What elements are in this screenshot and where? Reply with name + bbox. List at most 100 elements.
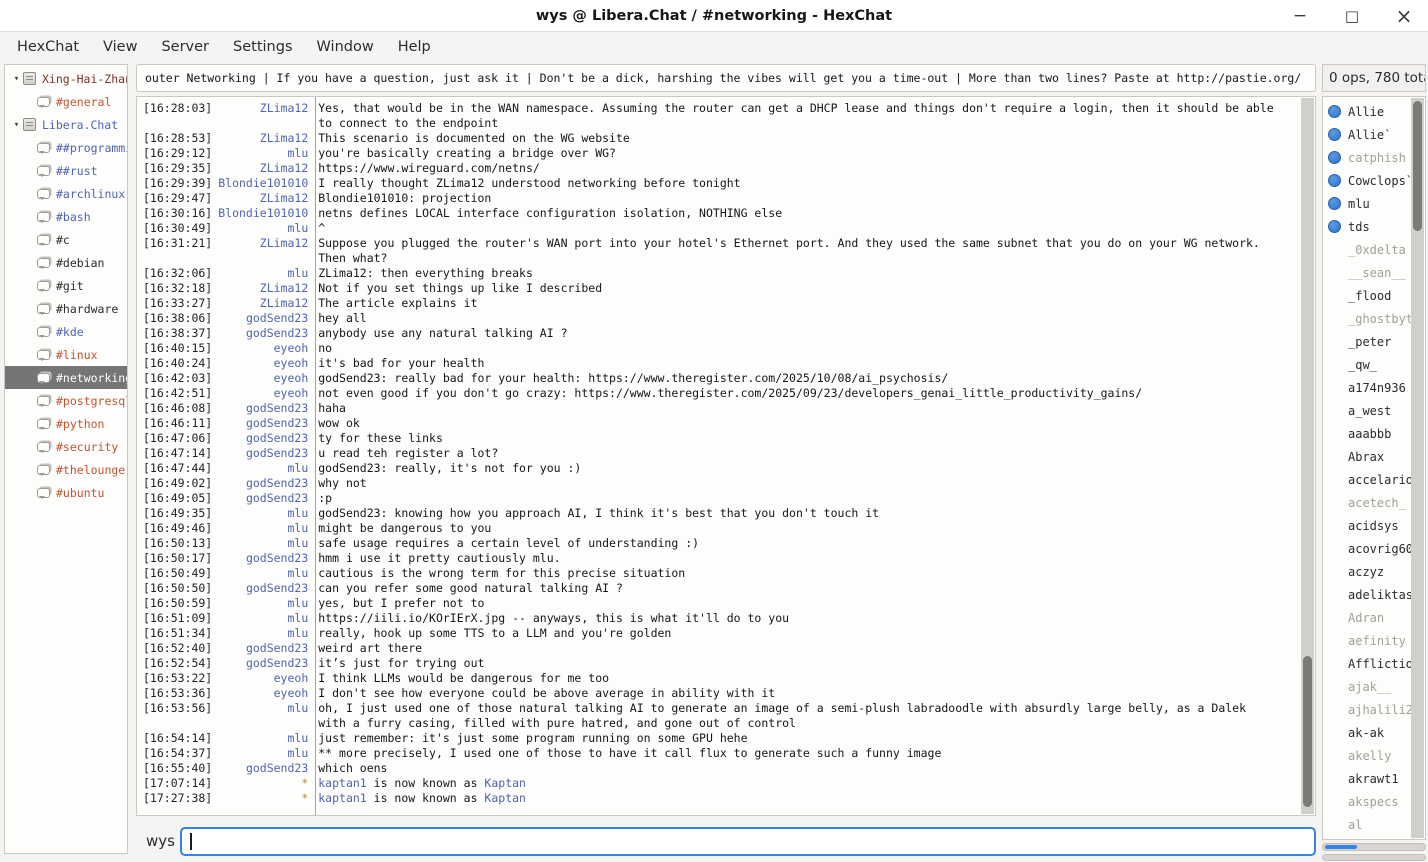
- message-timestamp: [16:46:08]: [137, 401, 212, 416]
- channel-icon: [37, 281, 50, 291]
- message-timestamp: [16:42:03]: [137, 371, 212, 386]
- user-list-item[interactable]: tds: [1323, 215, 1425, 238]
- tree-item-linux[interactable]: #linux: [5, 343, 127, 366]
- voice-status-spacer: [1328, 289, 1341, 302]
- user-list-item[interactable]: accelario: [1323, 468, 1425, 491]
- message-input[interactable]: [180, 827, 1316, 856]
- minimize-button[interactable]: −: [1286, 2, 1314, 30]
- tree-item-thelounge[interactable]: #thelounge: [5, 458, 127, 481]
- userlist-hscrollbar-thumb[interactable]: [1325, 845, 1357, 849]
- user-list[interactable]: AllieAllie`catphishCowclops`mlutds_0xdel…: [1322, 96, 1426, 840]
- user-list-item[interactable]: aaabbb: [1323, 422, 1425, 445]
- message-text-segment: kaptan1: [318, 791, 366, 805]
- tree-item-ubuntu[interactable]: #ubuntu: [5, 481, 127, 504]
- chat-vertical-scrollbar[interactable]: [1301, 98, 1314, 814]
- menu-item-window[interactable]: Window: [305, 35, 386, 59]
- user-list-item[interactable]: Affliction: [1323, 652, 1425, 675]
- user-list-item[interactable]: aczyz: [1323, 560, 1425, 583]
- tree-item-security[interactable]: #security: [5, 435, 127, 458]
- message-nick: mlu: [212, 146, 308, 161]
- user-list-item[interactable]: akspecs: [1323, 790, 1425, 813]
- user-list-item[interactable]: _flood: [1323, 284, 1425, 307]
- user-list-item[interactable]: Cowclops`: [1323, 169, 1425, 192]
- message-text: This scenario is documented on the WG we…: [308, 131, 1315, 146]
- tree-item-debian[interactable]: #debian: [5, 251, 127, 274]
- chat-log[interactable]: [16:28:03]ZLima12Yes, that would be in t…: [136, 96, 1316, 816]
- window-titlebar[interactable]: wys @ Libera.Chat / #networking - HexCha…: [0, 0, 1428, 32]
- message-nick: godSend23: [212, 431, 308, 446]
- tree-item-programming[interactable]: ##programming: [5, 136, 127, 159]
- tree-item-c[interactable]: #c: [5, 228, 127, 251]
- menu-item-help[interactable]: Help: [386, 35, 443, 59]
- user-list-item[interactable]: ak-ak: [1323, 721, 1425, 744]
- user-list-item[interactable]: Allie`: [1323, 123, 1425, 146]
- close-button[interactable]: ×: [1390, 2, 1418, 30]
- message-timestamp: [16:53:56]: [137, 701, 212, 716]
- expander-icon[interactable]: ▾: [10, 74, 23, 84]
- user-list-item[interactable]: a174n936: [1323, 376, 1425, 399]
- chat-message-row: [16:50:49]mlucautious is the wrong term …: [137, 566, 1315, 581]
- user-list-item[interactable]: catphish: [1323, 146, 1425, 169]
- user-name: acidsys: [1348, 519, 1399, 533]
- chat-message-row: [16:40:15]eyeohno: [137, 341, 1315, 356]
- channel-tree[interactable]: ▾Xing-Hai-Zhan#general▾Libera.Chat##prog…: [4, 64, 128, 854]
- user-list-item[interactable]: al: [1323, 813, 1425, 836]
- user-list-item[interactable]: Adran: [1323, 606, 1425, 629]
- user-list-item[interactable]: ajhalili2: [1323, 698, 1425, 721]
- message-timestamp: [17:07:14]: [137, 776, 212, 791]
- chat-message-row: [16:50:13]mlusafe usage requires a certa…: [137, 536, 1315, 551]
- user-list-item[interactable]: akelly: [1323, 744, 1425, 767]
- maximize-button[interactable]: □: [1338, 2, 1366, 30]
- menu-item-hexchat[interactable]: HexChat: [5, 35, 91, 59]
- user-list-item[interactable]: _ghostbyt: [1323, 307, 1425, 330]
- tree-item-rust[interactable]: ##rust: [5, 159, 127, 182]
- user-list-item[interactable]: _peter: [1323, 330, 1425, 353]
- user-list-item[interactable]: ajak__: [1323, 675, 1425, 698]
- userlist-scrollbar-thumb[interactable]: [1413, 101, 1422, 231]
- userlist-secondary-scrollbar[interactable]: [1322, 854, 1426, 861]
- userlist-horizontal-scrollbar[interactable]: [1322, 843, 1426, 851]
- tree-item-python[interactable]: #python: [5, 412, 127, 435]
- chat-scrollbar-thumb[interactable]: [1303, 656, 1312, 806]
- tree-item-kde[interactable]: #kde: [5, 320, 127, 343]
- voice-status-spacer: [1328, 634, 1341, 647]
- message-text: not even good if you don't go crazy: htt…: [308, 386, 1315, 401]
- user-list-item[interactable]: akrawt1: [1323, 767, 1425, 790]
- expander-icon[interactable]: ▾: [10, 120, 23, 130]
- tree-item-general[interactable]: #general: [5, 90, 127, 113]
- user-list-item[interactable]: mlu: [1323, 192, 1425, 215]
- tree-item-postgresql[interactable]: #postgresql: [5, 389, 127, 412]
- menu-item-settings[interactable]: Settings: [221, 35, 304, 59]
- user-list-item[interactable]: Allie: [1323, 100, 1425, 123]
- channel-icon: [37, 235, 50, 245]
- tree-item-libera-chat[interactable]: ▾Libera.Chat: [5, 113, 127, 136]
- message-text: weird art there: [308, 641, 1315, 656]
- tree-item-git[interactable]: #git: [5, 274, 127, 297]
- user-name: ajak__: [1348, 680, 1391, 694]
- user-list-item[interactable]: __sean__: [1323, 261, 1425, 284]
- chat-message-row: [16:28:03]ZLima12Yes, that would be in t…: [137, 101, 1315, 131]
- user-list-item[interactable]: adeliktas: [1323, 583, 1425, 606]
- user-list-item[interactable]: a_west: [1323, 399, 1425, 422]
- user-list-item[interactable]: _0xdelta: [1323, 238, 1425, 261]
- voice-status-spacer: [1328, 381, 1341, 394]
- tree-item-bash[interactable]: #bash: [5, 205, 127, 228]
- tree-item-networking[interactable]: #networking: [5, 366, 127, 389]
- tree-item-label: #kde: [56, 325, 84, 339]
- message-text: which oens: [308, 761, 1315, 776]
- user-list-item[interactable]: acetech_: [1323, 491, 1425, 514]
- tree-item-hardware[interactable]: #hardware: [5, 297, 127, 320]
- tree-item-archlinux[interactable]: #archlinux: [5, 182, 127, 205]
- tree-item-xing-hai-zhan[interactable]: ▾Xing-Hai-Zhan: [5, 67, 127, 90]
- userlist-vertical-scrollbar[interactable]: [1411, 98, 1424, 838]
- user-list-item[interactable]: _qw_: [1323, 353, 1425, 376]
- user-list-item[interactable]: aefinity: [1323, 629, 1425, 652]
- menu-item-server[interactable]: Server: [149, 35, 221, 59]
- menu-item-view[interactable]: View: [91, 35, 149, 59]
- message-nick: eyeoh: [212, 341, 308, 356]
- topic-bar[interactable]: outer Networking | If you have a questio…: [136, 64, 1316, 92]
- user-list-item[interactable]: Abrax: [1323, 445, 1425, 468]
- user-list-item[interactable]: acovrig60: [1323, 537, 1425, 560]
- user-name: akelly: [1348, 749, 1391, 763]
- user-list-item[interactable]: acidsys: [1323, 514, 1425, 537]
